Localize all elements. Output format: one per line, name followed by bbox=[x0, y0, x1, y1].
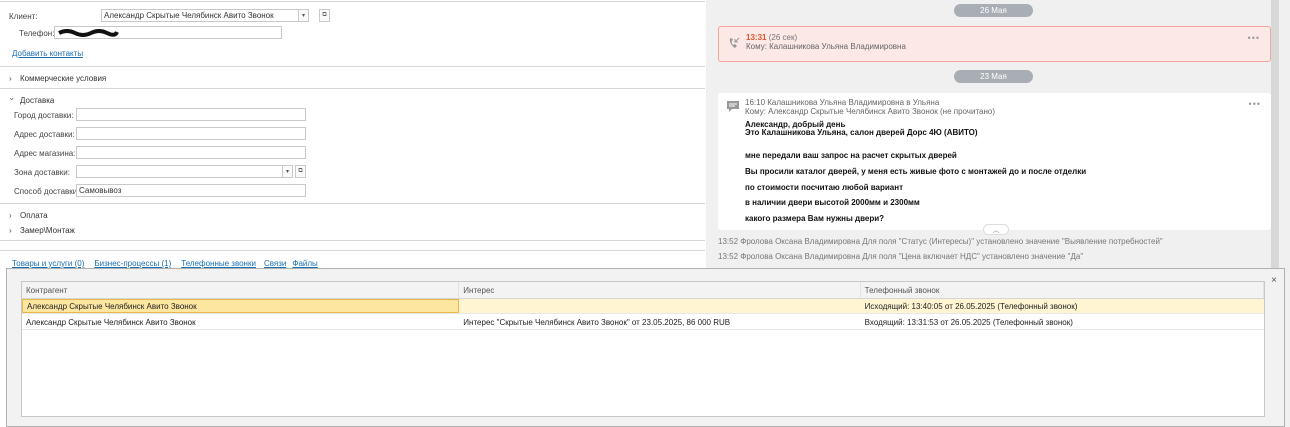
divider bbox=[0, 240, 705, 241]
open-link-icon[interactable]: ⧉ bbox=[319, 9, 330, 22]
chevron-down-icon: › bbox=[7, 97, 17, 101]
cell-counterparty: Александр Скрытые Челябинск Авито Звонок bbox=[22, 299, 460, 313]
address-field[interactable] bbox=[76, 127, 306, 140]
cell-counterparty: Александр Скрытые Челябинск Авито Звонок bbox=[26, 317, 196, 327]
open-link-icon[interactable]: ⧉ bbox=[295, 165, 306, 178]
calls-table: Контрагент Интерес Телефонный звонок Але… bbox=[21, 281, 1265, 417]
more-icon[interactable]: ••• bbox=[1248, 33, 1260, 43]
divider bbox=[0, 1, 705, 2]
method-label: Способ доставки: bbox=[14, 187, 80, 196]
add-contacts-link[interactable]: Добавить контакты bbox=[12, 49, 83, 58]
divider bbox=[0, 66, 705, 67]
table-row[interactable]: Александр Скрытые Челябинск Авито Звонок… bbox=[22, 299, 1264, 314]
section-measure[interactable]: › Замер\Монтаж bbox=[9, 226, 75, 235]
divider bbox=[0, 250, 705, 251]
date-separator: 26 Мая bbox=[954, 4, 1033, 17]
client-label: Клиент: bbox=[9, 12, 38, 21]
chevron-down-icon[interactable]: ▾ bbox=[298, 9, 309, 22]
tab-business-processes[interactable]: Бизнес-процессы (1) bbox=[94, 259, 171, 268]
cell-interest bbox=[459, 299, 860, 313]
message-line: по стоимости посчитаю любой вариант bbox=[745, 183, 903, 192]
call-duration: (26 сек) bbox=[768, 33, 798, 42]
phone-label: Телефон: bbox=[19, 29, 55, 38]
message-header: 16:10 Калашникова Ульяна Владимировна в … bbox=[745, 98, 940, 107]
message-line: Вы просили каталог дверей, у меня есть ж… bbox=[745, 167, 1087, 176]
cell-interest: Интерес "Скрытые Челябинск Авито Звонок"… bbox=[463, 317, 731, 327]
method-field[interactable]: Самовывоз bbox=[76, 184, 306, 197]
section-measure-label: Замер\Монтаж bbox=[20, 226, 75, 235]
column-header-interest[interactable]: Интерес bbox=[459, 282, 861, 298]
log-entry: 13:52 Фролова Оксана Владимировна Для по… bbox=[718, 237, 1163, 246]
call-time: 13:31 bbox=[746, 33, 767, 42]
cell-phone-call: Входящий: 13:31:53 от 26.05.2025 (Телефо… bbox=[864, 317, 1073, 327]
chevron-right-icon: › bbox=[9, 74, 12, 83]
message-recipient: Кому: Александр Скрытые Челябинск Авито … bbox=[745, 107, 995, 116]
collapse-message-button[interactable]: ︿ bbox=[983, 224, 1009, 235]
bottom-tabs: Товары и услуги (0) Бизнес-процессы (1) … bbox=[12, 259, 318, 268]
section-delivery-label: Доставка bbox=[20, 96, 55, 105]
tab-files[interactable]: Файлы bbox=[292, 259, 317, 268]
chevron-down-icon[interactable]: ▾ bbox=[282, 165, 293, 178]
divider bbox=[0, 203, 705, 204]
call-recipient: Кому: Калашникова Ульяна Владимировна bbox=[746, 42, 906, 51]
message-line: в наличии двери высотой 2000мм и 2300мм bbox=[745, 198, 920, 207]
client-field[interactable]: Александр Скрытые Челябинск Авито Звонок… bbox=[101, 9, 309, 22]
chevron-up-icon: ︿ bbox=[992, 226, 1000, 234]
cell-phone-call: Исходящий: 13:40:05 от 26.05.2025 (Телеф… bbox=[864, 301, 1078, 311]
zone-label: Зона доставки: bbox=[14, 168, 70, 177]
section-commercial[interactable]: › Коммерческие условия bbox=[9, 74, 106, 83]
section-payment[interactable]: › Оплата bbox=[9, 211, 48, 220]
city-field[interactable] bbox=[76, 108, 306, 121]
table-row[interactable]: Александр Скрытые Челябинск Авито Звонок… bbox=[22, 315, 1264, 330]
column-header-phone-call[interactable]: Телефонный звонок bbox=[861, 282, 1264, 298]
divider bbox=[0, 88, 705, 89]
missed-call-icon bbox=[729, 37, 740, 48]
zone-field[interactable]: ▾ bbox=[76, 165, 293, 178]
log-entry: 13:52 Фролова Оксана Владимировна Для по… bbox=[718, 252, 1084, 261]
table-header: Контрагент Интерес Телефонный звонок bbox=[22, 282, 1264, 299]
section-payment-label: Оплата bbox=[20, 211, 48, 220]
more-icon[interactable]: ••• bbox=[1249, 99, 1261, 109]
redacted-scribble bbox=[58, 29, 119, 37]
tab-phone-calls[interactable]: Телефонные звонки bbox=[181, 259, 256, 268]
date-separator: 23 Мая bbox=[954, 70, 1033, 83]
method-value: Самовывоз bbox=[79, 186, 122, 195]
chevron-right-icon: › bbox=[9, 211, 12, 220]
column-header-counterparty[interactable]: Контрагент bbox=[22, 282, 460, 298]
message-line: какого размера Вам нужны двери? bbox=[745, 214, 885, 223]
call-card[interactable]: 13:31 (26 сек) Кому: Калашникова Ульяна … bbox=[718, 26, 1271, 62]
client-value: Александр Скрытые Челябинск Авито Звонок bbox=[104, 11, 274, 20]
message-icon bbox=[727, 101, 739, 112]
close-icon[interactable]: × bbox=[1271, 275, 1277, 286]
calls-dialog: × Контрагент Интерес Телефонный звонок А… bbox=[6, 268, 1285, 427]
feed-scrollbar[interactable] bbox=[1271, 0, 1279, 268]
call-header: 13:31 (26 сек) bbox=[746, 33, 797, 42]
chevron-right-icon: › bbox=[9, 226, 12, 235]
section-commercial-label: Коммерческие условия bbox=[20, 74, 107, 83]
city-label: Город доставки: bbox=[14, 111, 74, 120]
tab-goods[interactable]: Товары и услуги (0) bbox=[12, 259, 84, 268]
section-delivery[interactable]: › Доставка bbox=[7, 96, 55, 105]
phone-field[interactable] bbox=[54, 26, 282, 39]
address-label: Адрес доставки: bbox=[14, 130, 75, 139]
store-label: Адрес магазина: bbox=[14, 149, 76, 158]
message-card[interactable]: 16:10 Калашникова Ульяна Владимировна в … bbox=[718, 93, 1271, 230]
tab-links[interactable]: Связи bbox=[264, 259, 286, 268]
message-line: мне передали ваш запрос на расчет скрыты… bbox=[745, 151, 957, 160]
message-line: Это Калашникова Ульяна, салон дверей Дор… bbox=[745, 128, 978, 137]
store-field[interactable] bbox=[76, 146, 306, 159]
